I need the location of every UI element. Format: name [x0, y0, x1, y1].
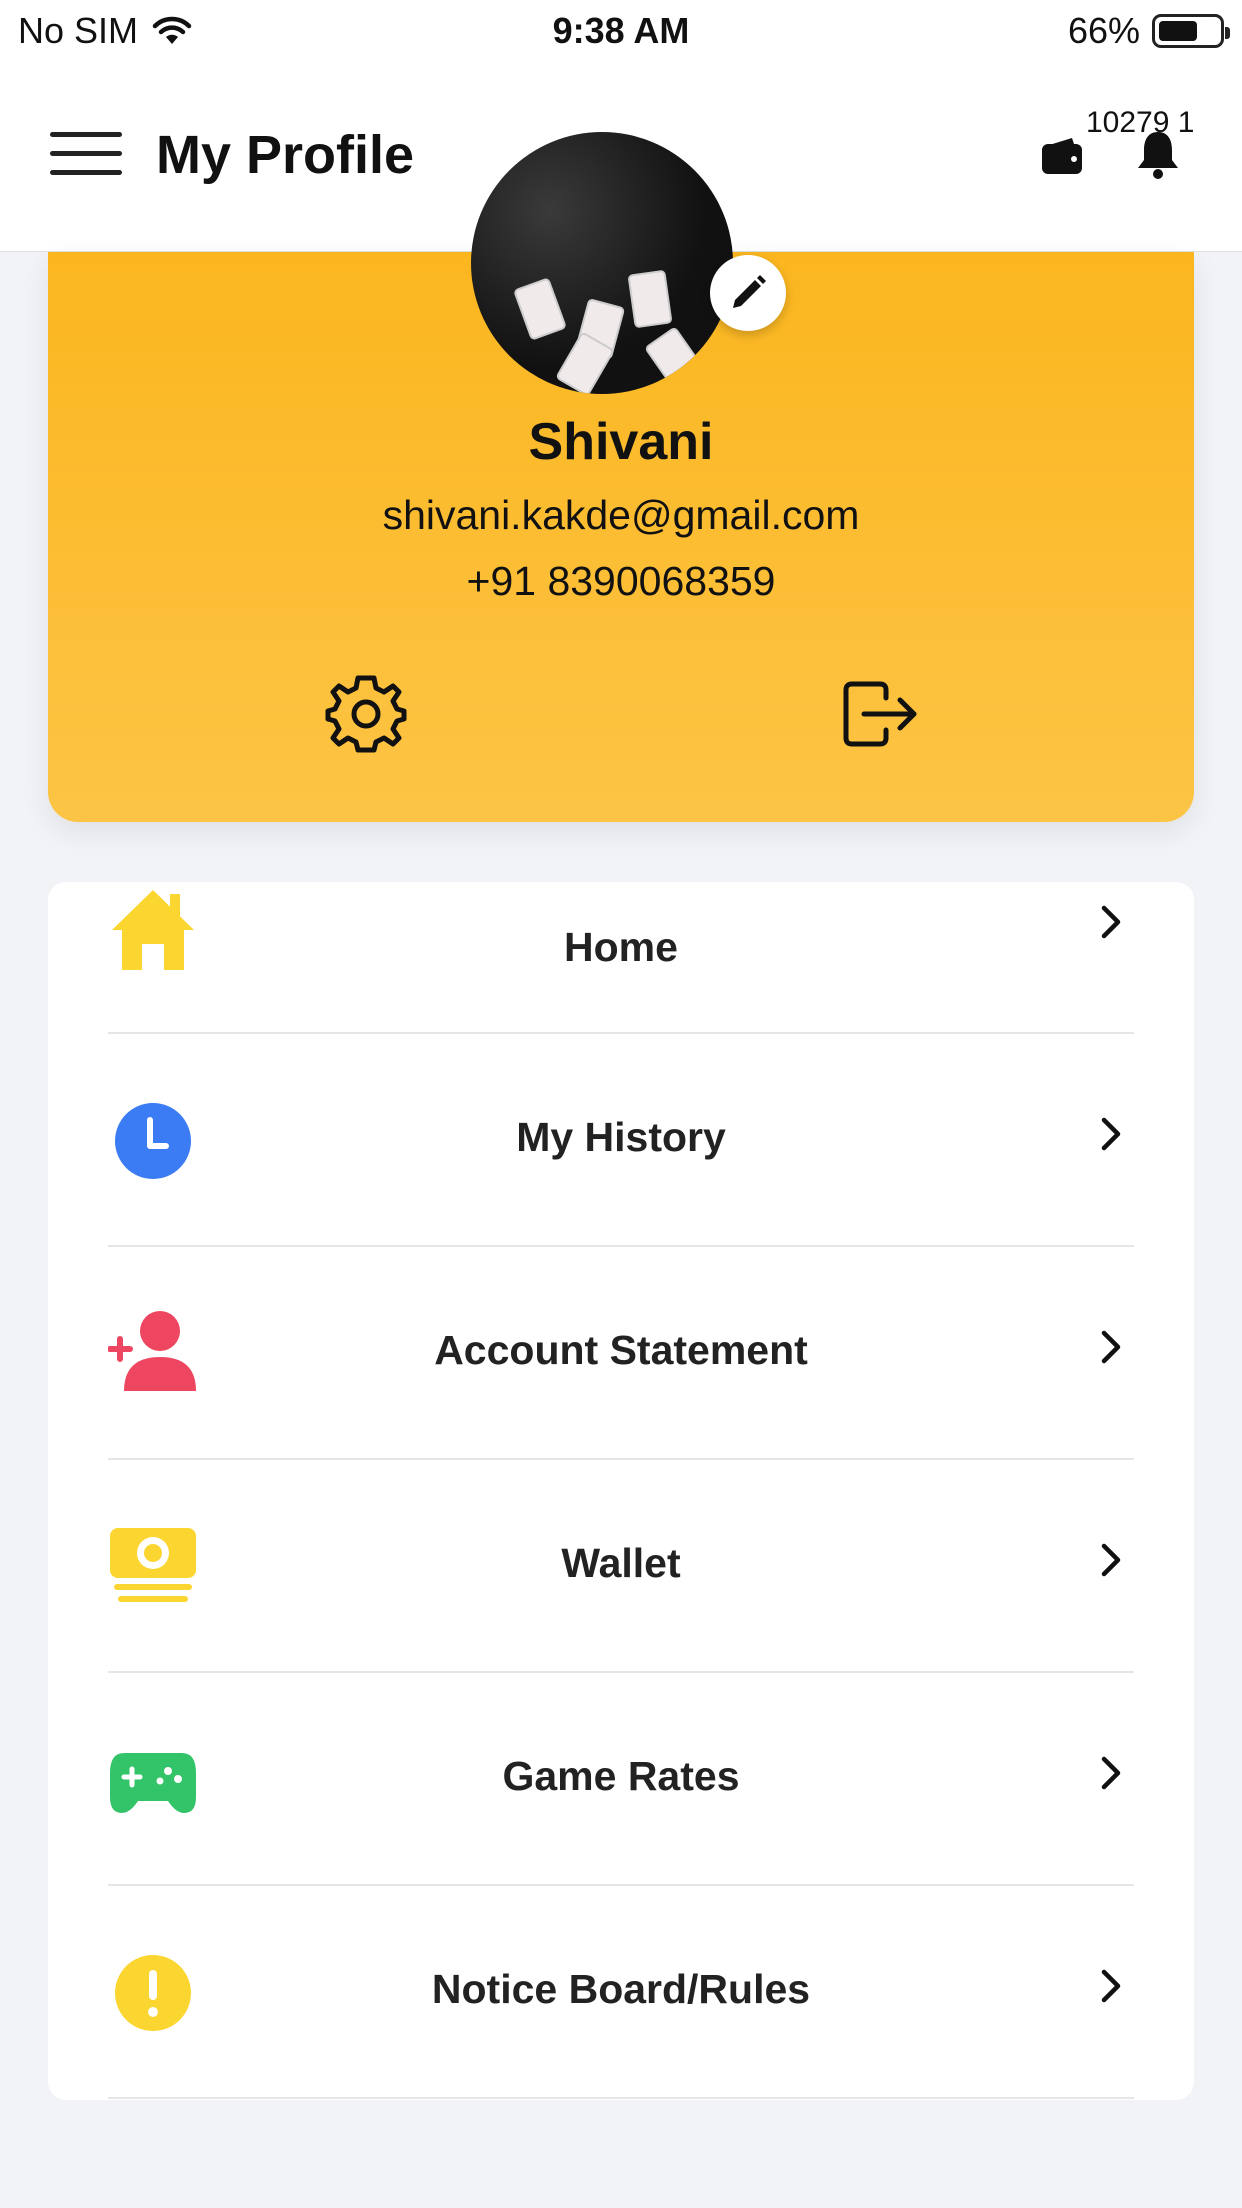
- profile-phone: +91 8390068359: [466, 558, 776, 604]
- header-counter: 10279 1: [1086, 106, 1195, 139]
- menu-item-game-rates[interactable]: Game Rates: [108, 1673, 1134, 1886]
- menu-icon[interactable]: [50, 132, 122, 178]
- status-time: 9:38 AM: [552, 10, 690, 51]
- status-right: 66%: [1067, 10, 1230, 52]
- profile-name: Shivani: [528, 413, 714, 471]
- avatar[interactable]: [471, 132, 733, 394]
- wallet-icon[interactable]: [1038, 132, 1086, 180]
- status-bar: No SIM 9:38 AM 66%: [0, 0, 1242, 62]
- pencil-icon: [733, 275, 766, 308]
- chevron-right-icon: [1101, 1330, 1121, 1364]
- menu-item-wallet[interactable]: Wallet: [108, 1460, 1134, 1673]
- menu-label: My History: [516, 1114, 726, 1160]
- chevron-right-icon: [1101, 1543, 1121, 1577]
- chevron-right-icon: [1101, 1969, 1121, 2003]
- menu-item-account-statement[interactable]: Account Statement: [108, 1247, 1134, 1460]
- battery-fill: [1159, 21, 1198, 41]
- menu-item-my-history[interactable]: My History: [108, 1034, 1134, 1247]
- menu-list: Home My History Account Statement Wallet…: [48, 882, 1194, 2100]
- menu-label: Wallet: [561, 1540, 681, 1586]
- menu-item-home[interactable]: Home: [108, 882, 1134, 1034]
- menu-label: Home: [564, 924, 678, 970]
- chevron-right-icon: [1101, 1117, 1121, 1151]
- battery-icon: [1152, 14, 1230, 48]
- page-title: My Profile: [156, 125, 415, 185]
- menu-label: Notice Board/Rules: [431, 1966, 811, 2012]
- chevron-right-icon: [1101, 1756, 1121, 1790]
- menu-label: Account Statement: [434, 1327, 808, 1373]
- profile-card: Shivani shivani.kakde@gmail.com +91 8390…: [48, 132, 1194, 822]
- chevron-right-icon: [1101, 905, 1121, 939]
- logout-icon[interactable]: [840, 678, 920, 750]
- battery-percent: 66%: [1067, 10, 1140, 51]
- profile-email: shivani.kakde@gmail.com: [382, 492, 860, 538]
- menu-label: Game Rates: [502, 1753, 740, 1799]
- edit-avatar-button[interactable]: [710, 255, 786, 331]
- menu-item-notice-board[interactable]: Notice Board/Rules: [108, 1886, 1134, 2099]
- settings-icon[interactable]: [324, 672, 408, 756]
